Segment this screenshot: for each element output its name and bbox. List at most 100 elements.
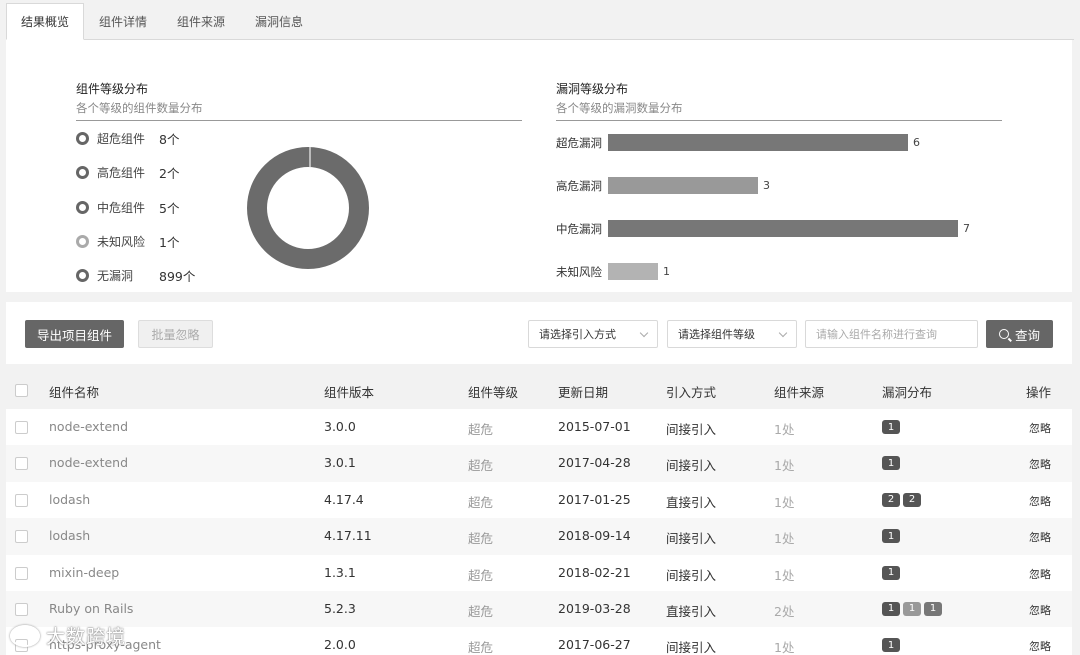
ignore-action-link[interactable]: 忽略 bbox=[1029, 602, 1051, 618]
tab-bar: 结果概览 组件详情 组件来源 漏洞信息 bbox=[6, 3, 1074, 40]
query-button[interactable]: 查询 bbox=[986, 320, 1053, 348]
legend-label: 高危组件 bbox=[97, 165, 146, 180]
row-checkbox[interactable] bbox=[15, 602, 28, 616]
legend-count: 5个 bbox=[159, 200, 180, 216]
vuln-bar-medium: 中危漏洞 7 bbox=[556, 220, 970, 237]
ignore-action-link[interactable]: 忽略 bbox=[1029, 420, 1051, 436]
select-value: 请选择组件等级 bbox=[678, 328, 755, 341]
ignore-action-link[interactable]: 忽略 bbox=[1029, 456, 1051, 472]
cell-date: 2018-09-14 bbox=[558, 528, 631, 544]
search-input[interactable] bbox=[805, 320, 978, 348]
cell-name[interactable]: lodash bbox=[49, 492, 90, 507]
cell-source[interactable]: 1处 bbox=[774, 637, 794, 655]
export-components-button[interactable]: 导出项目组件 bbox=[25, 320, 124, 348]
cell-level: 超危 bbox=[468, 603, 494, 619]
vuln-badges: 1 bbox=[882, 456, 900, 471]
cell-source[interactable]: 1处 bbox=[774, 492, 794, 511]
header-date: 更新日期 bbox=[558, 385, 609, 400]
vuln-bar-high: 高危漏洞 3 bbox=[556, 177, 770, 194]
table-header: 组件名称 组件版本 组件等级 更新日期 引入方式 组件来源 漏洞分布 操作 bbox=[6, 372, 1072, 409]
header-version: 组件版本 bbox=[324, 385, 375, 400]
component-dist-subtitle: 各个等级的组件数量分布 bbox=[76, 101, 203, 115]
tab-vuln-info[interactable]: 漏洞信息 bbox=[240, 3, 318, 39]
legend-count: 899个 bbox=[159, 268, 196, 284]
divider bbox=[76, 120, 522, 121]
cell-date: 2015-07-01 bbox=[558, 419, 631, 434]
select-all-checkbox[interactable] bbox=[15, 384, 28, 397]
cell-import: 间接引入 bbox=[666, 640, 717, 655]
cell-source[interactable]: 1处 bbox=[774, 419, 794, 438]
cell-level: 超危 bbox=[468, 640, 494, 655]
vuln-count-badge: 1 bbox=[882, 601, 900, 616]
batch-ignore-button[interactable]: 批量忽略 bbox=[138, 320, 213, 348]
cell-date: 2018-02-21 bbox=[558, 564, 631, 580]
row-checkbox[interactable] bbox=[15, 457, 28, 471]
cell-name[interactable]: Ruby on Rails bbox=[49, 601, 133, 616]
cell-version: 4.17.4 bbox=[324, 491, 364, 507]
legend-item-high: 高危组件 2个 bbox=[76, 163, 179, 181]
row-checkbox[interactable] bbox=[15, 566, 28, 580]
row-checkbox[interactable] bbox=[15, 530, 28, 544]
legend-dot-icon bbox=[76, 200, 89, 214]
watermark-logo-icon bbox=[10, 624, 40, 647]
vuln-count-badge: 1 bbox=[882, 420, 900, 434]
search-icon bbox=[998, 329, 1009, 339]
row-checkbox[interactable] bbox=[15, 493, 28, 507]
cell-source[interactable]: 1处 bbox=[774, 528, 794, 547]
row-checkbox[interactable] bbox=[15, 421, 28, 434]
cell-name[interactable]: node-extend bbox=[49, 419, 128, 434]
cell-version: 3.0.0 bbox=[324, 419, 356, 434]
component-level-select[interactable]: 请选择组件等级 bbox=[667, 320, 797, 348]
components-table: 组件名称 组件版本 组件等级 更新日期 引入方式 组件来源 漏洞分布 操作 no… bbox=[6, 372, 1072, 655]
bar-label: 中危漏洞 bbox=[556, 221, 602, 236]
ignore-action-link[interactable]: 忽略 bbox=[1029, 566, 1051, 582]
cell-source[interactable]: 2处 bbox=[774, 601, 794, 620]
cell-import: 直接引入 bbox=[666, 603, 717, 619]
vuln-badges: 1 bbox=[882, 529, 900, 544]
header-level: 组件等级 bbox=[468, 385, 519, 400]
vuln-count-badge: 1 bbox=[882, 456, 900, 471]
cell-date: 2017-04-28 bbox=[558, 455, 631, 471]
cell-version: 2.0.0 bbox=[324, 637, 356, 653]
bar-value: 6 bbox=[913, 136, 920, 149]
vuln-count-badge: 1 bbox=[903, 601, 921, 616]
cell-date: 2017-01-25 bbox=[558, 491, 631, 507]
cell-source[interactable]: 1处 bbox=[774, 455, 794, 474]
vuln-bar-unknown: 未知风险 1 bbox=[556, 263, 670, 280]
vuln-badges: 1 bbox=[882, 565, 900, 580]
vuln-badges: 22 bbox=[882, 492, 921, 507]
import-method-select[interactable]: 请选择引入方式 bbox=[528, 320, 658, 348]
cell-name[interactable]: node-extend bbox=[49, 455, 128, 470]
cell-source[interactable]: 1处 bbox=[774, 565, 794, 584]
legend-count: 8个 bbox=[159, 131, 180, 147]
toolbar: 导出项目组件 批量忽略 请选择引入方式 请选择组件等级 查询 bbox=[6, 302, 1072, 364]
bar bbox=[608, 134, 908, 151]
legend-count: 2个 bbox=[159, 165, 180, 181]
cell-name[interactable]: lodash bbox=[49, 528, 90, 543]
tab-component-source[interactable]: 组件来源 bbox=[162, 3, 240, 39]
table-body: node-extend 3.0.0 超危 2015-07-01 间接引入 1处 1 忽略 nod… bbox=[6, 409, 1072, 655]
component-donut-chart bbox=[247, 147, 369, 269]
table-row: lodash 4.17.4 超危 2017-01-25 直接引入 1处 2 2 忽略 bbox=[6, 481, 1072, 519]
ignore-action-link[interactable]: 忽略 bbox=[1029, 493, 1051, 509]
divider bbox=[556, 120, 1002, 121]
cell-version: 4.17.11 bbox=[324, 528, 372, 544]
donut-ring bbox=[247, 147, 369, 269]
bar-label: 未知风险 bbox=[556, 264, 602, 279]
tab-component-details[interactable]: 组件详情 bbox=[84, 3, 162, 39]
tab-overview[interactable]: 结果概览 bbox=[6, 3, 84, 40]
legend-item-none: 无漏洞 899个 bbox=[76, 266, 195, 284]
cell-name[interactable]: mixin-deep bbox=[49, 565, 119, 580]
chevron-down-icon bbox=[778, 328, 788, 338]
legend-dot-icon bbox=[76, 165, 89, 179]
vuln-badges: 1 bbox=[882, 638, 900, 653]
ignore-action-link[interactable]: 忽略 bbox=[1029, 529, 1051, 545]
vuln-count-badge: 1 bbox=[882, 529, 900, 544]
legend-dot-icon bbox=[76, 234, 89, 248]
ignore-action-link[interactable]: 忽略 bbox=[1029, 638, 1051, 654]
cell-version: 3.0.1 bbox=[324, 455, 356, 471]
legend-item-critical: 超危组件 8个 bbox=[76, 129, 179, 147]
legend-label: 未知风险 bbox=[97, 234, 146, 249]
vuln-count-badge: 1 bbox=[882, 638, 900, 653]
table-row: https-proxy-agent 2.0.0 超危 2017-06-27 间接引入 1处… bbox=[6, 627, 1072, 655]
